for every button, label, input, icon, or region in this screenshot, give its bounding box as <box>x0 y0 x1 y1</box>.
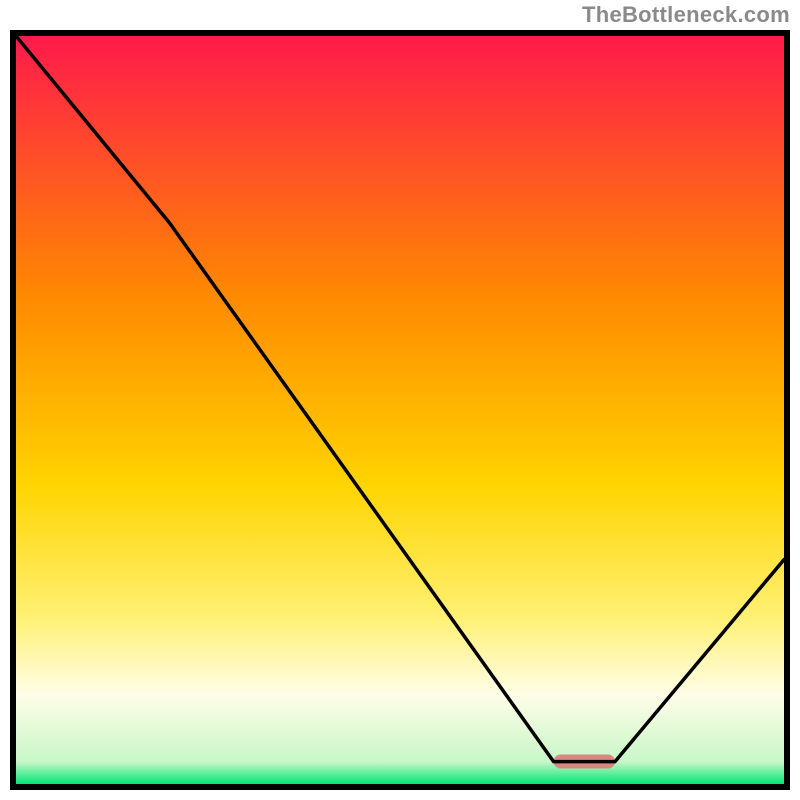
chart-background <box>16 36 784 784</box>
watermark-text: TheBottleneck.com <box>582 2 790 28</box>
chart-svg <box>16 36 784 784</box>
bottleneck-chart <box>10 30 790 790</box>
